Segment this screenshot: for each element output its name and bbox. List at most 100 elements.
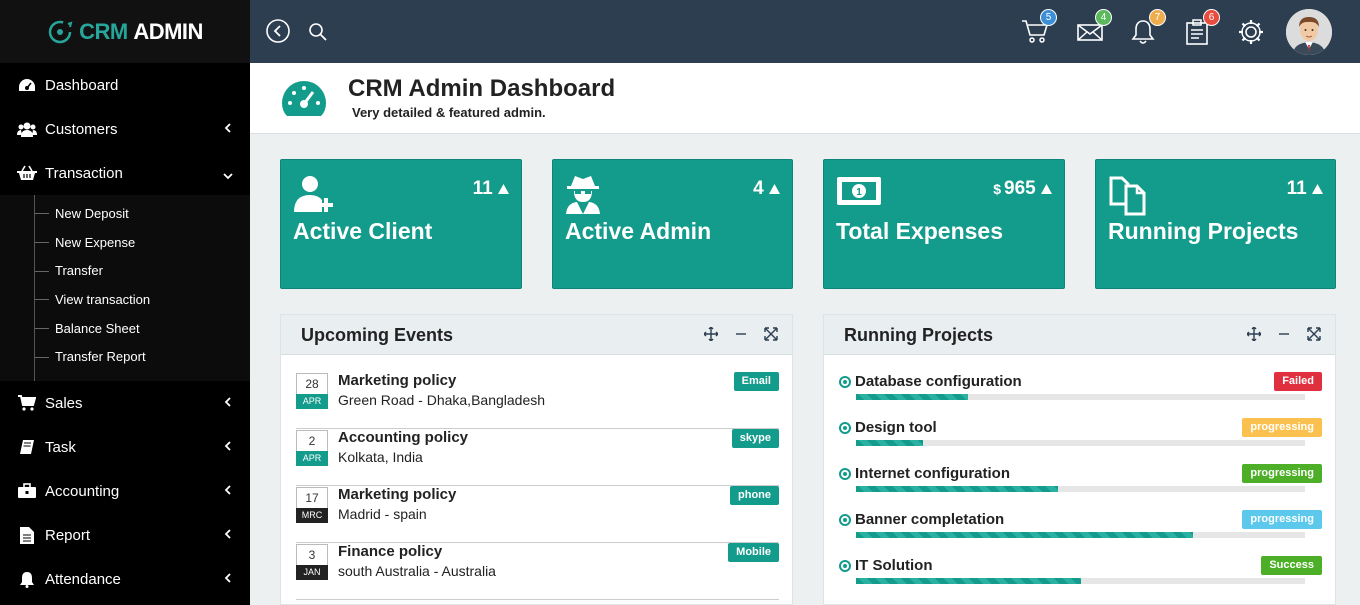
sidebar-item-transaction[interactable]: Transaction: [0, 151, 250, 195]
chevron-left-icon: [224, 571, 232, 588]
event-day: 17: [305, 491, 319, 505]
money-bill-icon: 1: [836, 174, 882, 213]
sidebar-item-accounting[interactable]: Accounting: [0, 469, 250, 513]
stat-card-active-client[interactable]: 11 Active Client: [280, 159, 522, 289]
sidebar-nav: Dashboard Customers Transaction: [0, 63, 250, 195]
project-status-badge: progressing: [1242, 510, 1322, 529]
search-icon: [309, 23, 327, 41]
chevron-left-icon: [224, 483, 232, 500]
project-progress-track: [856, 578, 1305, 584]
sidebar-item-label: Dashboard: [45, 76, 119, 94]
sidebar-item-customers[interactable]: Customers: [0, 107, 250, 151]
project-name: Internet configuration: [855, 465, 1010, 482]
minimize-icon[interactable]: [1277, 327, 1291, 341]
event-location: Kolkata, India: [338, 449, 423, 465]
event-location: south Australia - Australia: [338, 563, 496, 579]
event-title: Finance policy: [338, 543, 443, 560]
project-item[interactable]: Design tool progressing: [839, 418, 1322, 465]
topbar: 5 4 7 6: [250, 0, 1360, 63]
project-item[interactable]: Database configuration Failed: [839, 372, 1322, 419]
sidebar-item-label: Task: [45, 438, 76, 456]
event-item[interactable]: 28 APR Marketing policy Green Road - Dha…: [296, 372, 779, 429]
event-tag[interactable]: Email: [733, 372, 779, 391]
sidebar-item-sales[interactable]: Sales: [0, 381, 250, 425]
event-tag[interactable]: Mobile: [728, 543, 779, 562]
move-icon[interactable]: [703, 326, 719, 342]
logo-text: CRM ADMIN: [79, 18, 203, 44]
subnav-item-transfer-report[interactable]: Transfer Report: [0, 342, 250, 371]
search-button[interactable]: [308, 22, 328, 42]
subnav-item-transfer[interactable]: Transfer: [0, 256, 250, 285]
project-status-badge: progressing: [1242, 418, 1322, 437]
copy-icon: [1108, 174, 1152, 221]
subnav-item-view-transaction[interactable]: View transaction: [0, 285, 250, 314]
event-location: Green Road - Dhaka,Bangladesh: [338, 392, 546, 408]
chevron-down-icon: [222, 167, 234, 184]
panel-tools: [1246, 326, 1321, 342]
dot-circle-icon: [839, 422, 851, 434]
sidebar-item-report[interactable]: Report: [0, 513, 250, 557]
event-item[interactable]: 3 JAN Finance policy south Australia - A…: [296, 543, 779, 600]
stat-label: Active Admin: [565, 218, 712, 244]
collapse-sidebar-button[interactable]: [265, 18, 291, 44]
avatar[interactable]: [1286, 9, 1332, 55]
arrow-up-icon: [1312, 184, 1323, 194]
chevron-left-icon: [224, 395, 232, 412]
event-date: 28 APR: [296, 373, 328, 409]
notifications-button[interactable]: 7: [1130, 9, 1166, 46]
project-item[interactable]: Banner completation progressing: [839, 510, 1322, 557]
gear-icon: [1239, 20, 1263, 44]
messages-button[interactable]: 4: [1076, 9, 1112, 46]
sidebar-item-attendance[interactable]: Attendance: [0, 557, 250, 601]
sidebar-item-task[interactable]: Task: [0, 425, 250, 469]
tasks-button[interactable]: 6: [1184, 9, 1220, 46]
chevron-left-icon: [224, 527, 232, 544]
event-item[interactable]: 17 MRC Marketing policy Madrid - spain p…: [296, 486, 779, 543]
speedometer-icon: [280, 79, 328, 122]
logo-icon: [48, 20, 73, 43]
project-item[interactable]: IT Solution Success: [839, 556, 1322, 603]
briefcase-icon: [16, 480, 38, 502]
svg-text:1: 1: [856, 187, 862, 198]
project-progress-track: [856, 394, 1305, 400]
upcoming-events-panel: Upcoming Events 28 APR Marketing policy …: [280, 314, 793, 605]
panel-header: Upcoming Events: [281, 315, 792, 355]
project-item[interactable]: Internet configuration progressing: [839, 464, 1322, 511]
expand-icon[interactable]: [1307, 327, 1321, 341]
notification-count-badge: 7: [1149, 9, 1166, 26]
transaction-submenu: New Deposit New Expense Transfer View tr…: [0, 195, 250, 381]
logo[interactable]: CRM ADMIN: [0, 0, 250, 63]
event-tag[interactable]: skype: [731, 429, 779, 448]
subnav-item-balance-sheet[interactable]: Balance Sheet: [0, 314, 250, 343]
project-status-badge: Failed: [1274, 372, 1322, 391]
sidebar-nav-bottom: Sales Task Accounting Report Attendance: [0, 381, 250, 601]
cart-icon: [16, 392, 38, 414]
dot-circle-icon: [839, 376, 851, 388]
event-title: Accounting policy: [338, 429, 469, 446]
subnav-item-new-deposit[interactable]: New Deposit: [0, 199, 250, 228]
project-status-badge: progressing: [1242, 464, 1322, 483]
book-icon: [16, 436, 38, 458]
page-subtitle: Very detailed & featured admin.: [352, 105, 546, 120]
expand-icon[interactable]: [764, 327, 778, 341]
stat-card-active-admin[interactable]: 4 Active Admin: [552, 159, 793, 289]
event-tag[interactable]: phone: [730, 486, 779, 505]
dot-circle-icon: [839, 514, 851, 526]
subnav-item-new-expense[interactable]: New Expense: [0, 228, 250, 257]
cart-button[interactable]: 5: [1021, 9, 1057, 46]
stat-card-running-projects[interactable]: 11 Running Projects: [1095, 159, 1336, 289]
sidebar-item-dashboard[interactable]: Dashboard: [0, 63, 250, 107]
chevron-left-circle-icon: [266, 19, 290, 43]
settings-button[interactable]: [1237, 18, 1265, 46]
stat-label: Running Projects: [1108, 218, 1299, 244]
stat-card-total-expenses[interactable]: 1 $965 Total Expenses: [823, 159, 1065, 289]
sidebar-item-label: Attendance: [45, 570, 121, 588]
minimize-icon[interactable]: [734, 327, 748, 341]
project-progress-bar: [856, 578, 1081, 584]
move-icon[interactable]: [1246, 326, 1262, 342]
event-day: 3: [308, 548, 316, 562]
stat-label: Total Expenses: [836, 218, 1004, 244]
event-item[interactable]: 2 APR Accounting policy Kolkata, India s…: [296, 429, 779, 486]
add-user-icon: [293, 174, 343, 219]
project-progress-track: [856, 486, 1305, 492]
